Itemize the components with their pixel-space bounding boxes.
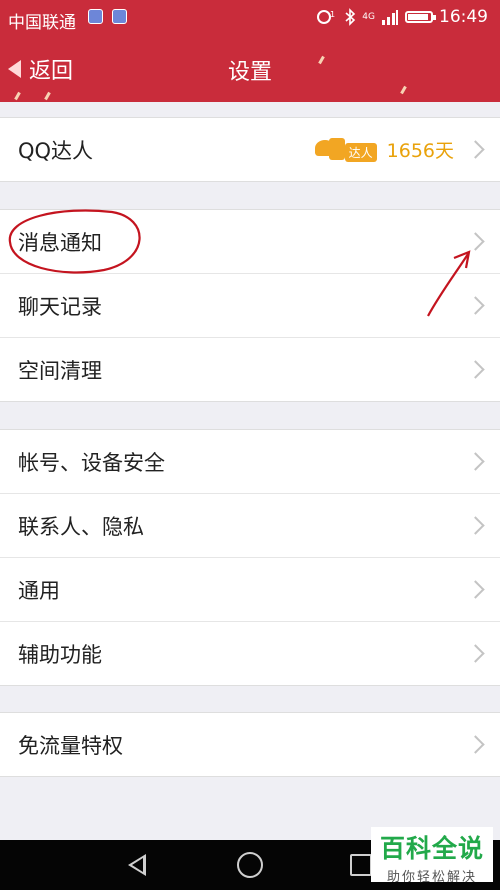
title-bar: 返回 设置 bbox=[0, 36, 500, 102]
page-title: 设置 bbox=[227, 60, 272, 85]
hd-call-icon: 1 bbox=[317, 10, 335, 24]
settings-row-chat-history[interactable]: 聊天记录 bbox=[0, 274, 500, 338]
row-label: 聊天记录 bbox=[18, 294, 102, 319]
network-type: 4G bbox=[362, 12, 375, 22]
settings-group-data-plan: 免流量特权 bbox=[0, 712, 500, 777]
system-back-icon-inner bbox=[132, 858, 143, 872]
chevron-right-icon bbox=[466, 580, 485, 599]
watermark-logo: 百科全说 助你轻松解决 bbox=[371, 827, 493, 885]
confetti-decoration bbox=[44, 91, 51, 101]
settings-row-account-security[interactable]: 帐号、设备安全 bbox=[0, 430, 500, 494]
confetti-decoration bbox=[400, 85, 407, 95]
settings-row-qq-daren[interactable]: QQ达人 达人 1656天 bbox=[0, 118, 500, 181]
row-label: 免流量特权 bbox=[18, 733, 123, 758]
daren-badge: 达人 1656天 bbox=[314, 136, 454, 163]
clock: 16:49 bbox=[439, 7, 488, 27]
daren-days: 1656天 bbox=[386, 140, 454, 162]
system-home-icon[interactable] bbox=[237, 852, 263, 878]
settings-row-notifications[interactable]: 消息通知 bbox=[0, 210, 500, 274]
chevron-right-icon bbox=[466, 735, 485, 754]
daren-tag: 达人 bbox=[344, 142, 377, 162]
status-bar: 中国联通 1 4G 16:49 bbox=[0, 0, 500, 36]
settings-row-accessibility[interactable]: 辅助功能 bbox=[0, 622, 500, 685]
row-label: 消息通知 bbox=[18, 230, 102, 255]
row-label: 通用 bbox=[18, 578, 60, 603]
settings-row-general[interactable]: 通用 bbox=[0, 558, 500, 622]
row-label: 空间清理 bbox=[18, 358, 102, 383]
row-label: QQ达人 bbox=[18, 138, 94, 163]
row-label: 帐号、设备安全 bbox=[18, 450, 165, 475]
row-label: 辅助功能 bbox=[18, 642, 102, 667]
bluetooth-icon bbox=[345, 8, 356, 26]
daren-wings-icon: 达人 bbox=[314, 137, 379, 162]
status-indicators: 1 4G 16:49 bbox=[316, 7, 488, 27]
chevron-right-icon bbox=[466, 296, 485, 315]
watermark-title: 百科全说 bbox=[379, 834, 484, 863]
settings-group-profile: QQ达人 达人 1656天 bbox=[0, 117, 500, 182]
settings-row-contacts-privacy[interactable]: 联系人、隐私 bbox=[0, 494, 500, 558]
chevron-right-icon bbox=[466, 644, 485, 663]
chevron-right-icon bbox=[466, 452, 485, 471]
battery-level bbox=[408, 14, 428, 20]
settings-group-account: 帐号、设备安全 联系人、隐私 通用 辅助功能 bbox=[0, 429, 500, 686]
settings-group-messages: 消息通知 聊天记录 空间清理 bbox=[0, 209, 500, 402]
chevron-right-icon bbox=[466, 140, 485, 159]
notification-app-icon bbox=[88, 9, 103, 24]
signal-icon bbox=[382, 10, 398, 25]
notification-image-icon bbox=[112, 9, 127, 24]
settings-row-storage-cleanup[interactable]: 空间清理 bbox=[0, 338, 500, 401]
chevron-right-icon bbox=[466, 360, 485, 379]
settings-row-free-data[interactable]: 免流量特权 bbox=[0, 713, 500, 776]
row-label: 联系人、隐私 bbox=[18, 514, 144, 539]
svg-text:1: 1 bbox=[330, 10, 335, 19]
carrier-name: 中国联通 bbox=[8, 13, 76, 33]
watermark-subtitle: 助你轻松解决 bbox=[386, 870, 477, 885]
confetti-decoration bbox=[14, 91, 21, 101]
battery-icon bbox=[405, 11, 436, 23]
chevron-right-icon bbox=[466, 516, 485, 535]
chevron-right-icon bbox=[466, 232, 485, 251]
system-recents-icon[interactable] bbox=[350, 854, 372, 876]
